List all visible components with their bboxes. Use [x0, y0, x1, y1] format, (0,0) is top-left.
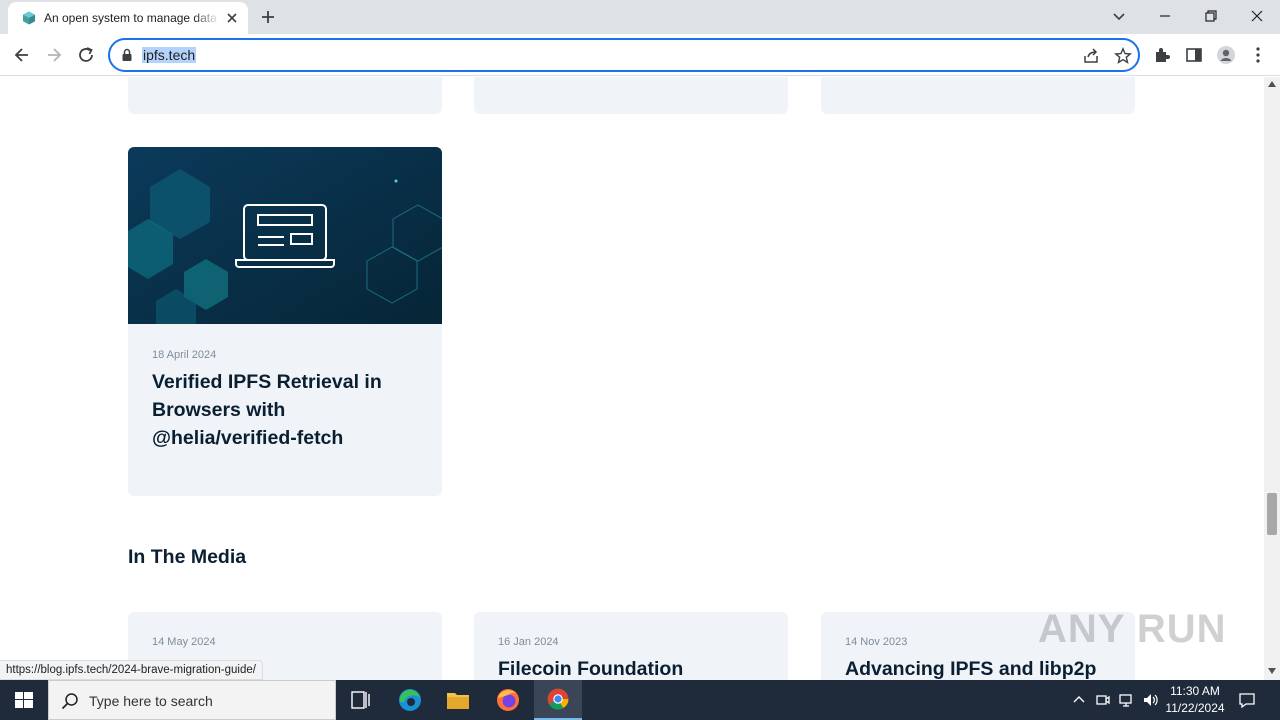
lock-icon[interactable]: [120, 48, 134, 62]
close-tab-icon[interactable]: [224, 10, 240, 26]
media-card[interactable]: 16 Jan 2024 Filecoin Foundation: [474, 612, 788, 680]
scrollbar-thumb[interactable]: [1267, 493, 1277, 535]
url-text[interactable]: ipfs.tech: [142, 47, 197, 63]
blog-card-date: 18 April 2024: [152, 349, 217, 361]
media-card-title[interactable]: Filecoin Foundation: [498, 655, 766, 680]
side-panel-icon[interactable]: [1184, 45, 1204, 65]
blog-card[interactable]: 18 April 2024 Verified IPFS Retrieval in…: [128, 147, 442, 496]
scroll-up-arrow-icon[interactable]: [1268, 81, 1276, 87]
profile-avatar-icon[interactable]: [1216, 45, 1236, 65]
clock-time: 11:30 AM: [1170, 684, 1220, 698]
vertical-scrollbar[interactable]: [1264, 77, 1280, 680]
close-window-icon[interactable]: [1247, 6, 1267, 26]
restore-icon[interactable]: [1201, 6, 1221, 26]
firefox-icon[interactable]: [484, 680, 532, 720]
show-hidden-icons-chevron-icon[interactable]: [1070, 691, 1088, 709]
meet-now-icon[interactable]: [1094, 691, 1112, 709]
section-heading: In The Media: [128, 546, 247, 568]
new-tab-icon[interactable]: [260, 9, 276, 25]
volume-icon[interactable]: [1142, 691, 1160, 709]
anyrun-watermark: ANY RUN: [1038, 607, 1227, 651]
search-placeholder: Type here to search: [89, 693, 213, 709]
ipfs-cube-icon: [23, 11, 35, 25]
kebab-menu-icon[interactable]: [1248, 45, 1268, 65]
forward-arrow-icon[interactable]: [44, 45, 64, 65]
share-icon[interactable]: [1082, 47, 1100, 65]
network-icon[interactable]: [1118, 691, 1136, 709]
chrome-icon[interactable]: [534, 680, 582, 720]
minimize-icon[interactable]: [1155, 6, 1175, 26]
taskbar-search-box[interactable]: Type here to search: [48, 680, 336, 720]
browser-toolbar: ipfs.tech: [0, 34, 1280, 76]
bookmark-star-icon[interactable]: [1114, 47, 1132, 65]
file-explorer-icon[interactable]: [434, 680, 482, 720]
back-arrow-icon[interactable]: [12, 45, 32, 65]
search-icon: [61, 693, 78, 710]
link-status-bubble: https://blog.ipfs.tech/2024-brave-migrat…: [0, 660, 263, 680]
page-viewport: 18 April 2024 Verified IPFS Retrieval in…: [0, 77, 1264, 680]
blog-card-partial-1[interactable]: [128, 77, 442, 114]
tab-title: An open system to manage data without a …: [44, 11, 220, 25]
edge-browser-icon[interactable]: [386, 680, 434, 720]
media-card-date: 16 Jan 2024: [498, 636, 559, 648]
browser-tab-active[interactable]: An open system to manage data without a …: [8, 2, 248, 34]
tab-strip: An open system to manage data without a …: [0, 0, 1280, 34]
task-view-icon[interactable]: [336, 680, 384, 720]
tab-search-chevron-icon[interactable]: [1109, 6, 1129, 26]
blog-card-partial-3[interactable]: [821, 77, 1135, 114]
notifications-icon[interactable]: [1238, 691, 1256, 709]
taskbar-clock[interactable]: 11:30 AM 11/22/2024: [1160, 683, 1230, 717]
blog-card-title[interactable]: Verified IPFS Retrieval in Browsers with…: [152, 368, 420, 452]
windows-taskbar: Type here to search 11:30 AM 11/22/2024: [0, 680, 1280, 720]
scroll-down-arrow-icon[interactable]: [1268, 668, 1276, 674]
blog-card-image: [128, 147, 442, 324]
clock-date: 11/22/2024: [1165, 701, 1225, 715]
reload-icon[interactable]: [76, 45, 96, 65]
extensions-puzzle-icon[interactable]: [1152, 45, 1172, 65]
windows-start-icon[interactable]: [0, 680, 48, 720]
address-bar[interactable]: ipfs.tech: [108, 38, 1140, 72]
media-card-date: 14 Nov 2023: [845, 636, 908, 648]
media-card-title[interactable]: Advancing IPFS and libp2p: [845, 655, 1113, 680]
media-card-date: 14 May 2024: [152, 636, 216, 648]
blog-card-partial-2[interactable]: [474, 77, 788, 114]
